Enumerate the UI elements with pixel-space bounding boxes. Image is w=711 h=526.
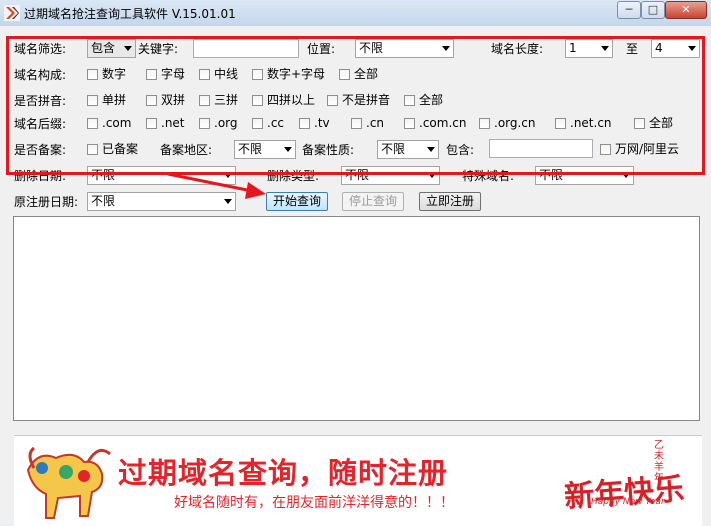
app-window: 过期域名抢注查询工具软件 V.15.01.01 ─ □ ✕ 域名筛选: 包含 关… (0, 0, 711, 526)
window-title: 过期域名抢注查询工具软件 V.15.01.01 (24, 7, 236, 21)
results-list[interactable] (13, 216, 700, 421)
annotation-arrow-icon (167, 172, 266, 199)
register-now-button[interactable]: 立即注册 (419, 192, 481, 211)
goat-illustration-icon (26, 446, 111, 519)
app-logo-icon (4, 5, 20, 21)
banner-subtitle: 好域名随时有，在朋友面前洋洋得意的！！！ (174, 495, 454, 511)
close-button[interactable]: ✕ (665, 1, 707, 19)
banner-ad[interactable]: 过期域名查询，随时注册 好域名随时有，在朋友面前洋洋得意的！！！ 新年快乐 乙未… (14, 435, 702, 526)
new-year-english: Happy New Year (591, 497, 665, 507)
title-bar: 过期域名抢注查询工具软件 V.15.01.01 ─ □ ✕ (0, 0, 711, 26)
minimize-button[interactable]: ─ (617, 1, 641, 19)
orig-date-label: 原注册日期: (14, 195, 79, 209)
banner-title: 过期域名查询，随时注册 (118, 456, 449, 490)
filter-highlight-box (6, 36, 705, 175)
stop-query-button[interactable]: 停止查询 (342, 192, 404, 211)
maximize-button[interactable]: □ (641, 1, 665, 19)
client-area: 域名筛选: 包含 关键字: 位置: 不限 域名长度: 1 至 4 域名构成: 数… (0, 26, 711, 526)
year-mark: 乙未羊年 (654, 440, 664, 484)
start-query-button[interactable]: 开始查询 (266, 192, 328, 211)
new-year-greeting: 新年快乐 (563, 471, 686, 516)
